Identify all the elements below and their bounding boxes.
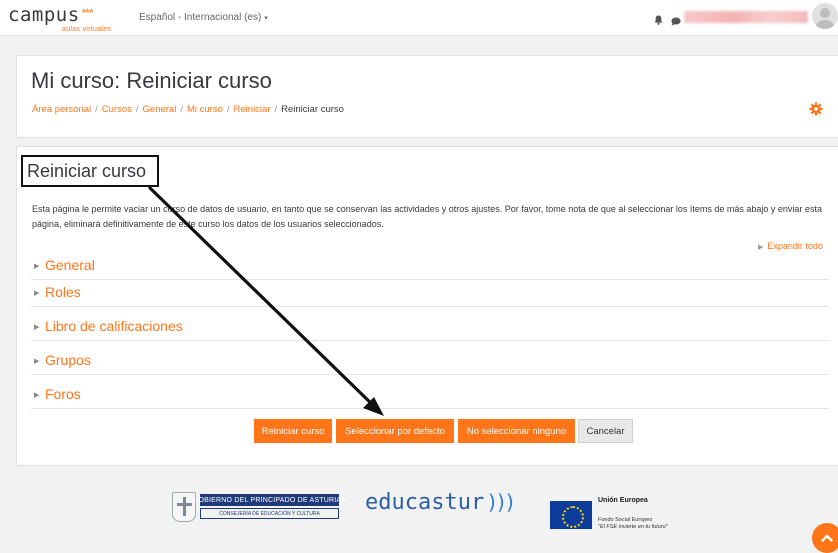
- educastur-waves-icon: ))): [486, 490, 516, 514]
- caret-right-icon: ▶: [34, 358, 40, 365]
- breadcrumb-separator: /: [135, 104, 139, 115]
- asturias-logo[interactable]: GOBIERNO DEL PRINCIPADO DE ASTURIAS CONS…: [172, 492, 346, 522]
- caret-right-icon: ▶: [758, 244, 764, 251]
- educastur-text: educastur: [365, 490, 485, 515]
- language-label: Español - Internacional (es): [139, 12, 262, 23]
- breadcrumb-current: Reiniciar curso: [281, 104, 344, 115]
- section-label: General: [45, 257, 95, 273]
- logo-subtitle: aulas virtuales: [62, 26, 112, 33]
- breadcrumb-separator: /: [274, 104, 278, 115]
- page-header: Mi curso: Reiniciar curso Área personal /…: [16, 55, 838, 138]
- eu-fund: Fondo Social Europeo: [598, 517, 653, 523]
- section-label: Foros: [45, 386, 81, 402]
- top-navbar: campus *** aulas virtuales Español - Inte…: [0, 0, 838, 36]
- section-label: Roles: [45, 284, 81, 300]
- reset-course-form: Reiniciar curso Esta página le permite v…: [16, 146, 838, 466]
- campus-logo[interactable]: campus *** aulas virtuales: [8, 4, 111, 33]
- eu-title: Unión Europea: [598, 497, 648, 504]
- section-label: Libro de calificaciones: [45, 318, 183, 334]
- asturias-title: GOBIERNO DEL PRINCIPADO DE ASTURIAS: [193, 494, 346, 506]
- section-groups[interactable]: ▶ Grupos: [31, 348, 829, 375]
- breadcrumb: Área personal / Cursos / General / Mi curso / Re…: [32, 104, 344, 115]
- logo-text: campus: [8, 4, 80, 26]
- bell-icon[interactable]: [654, 12, 663, 30]
- breadcrumb-area-personal[interactable]: Área personal: [32, 104, 91, 115]
- caret-right-icon: ▶: [34, 263, 40, 270]
- eu-flag-icon: [550, 501, 592, 529]
- breadcrumb-separator: /: [180, 104, 183, 115]
- expand-all-link[interactable]: ▶ Expandir todo: [758, 241, 823, 251]
- language-selector[interactable]: Español - Internacional (es) ▾: [139, 12, 268, 23]
- user-name-redacted[interactable]: [684, 11, 808, 23]
- reset-course-button[interactable]: Reiniciar curso: [254, 419, 332, 443]
- breadcrumb-separator: /: [226, 104, 230, 115]
- gear-icon[interactable]: [809, 102, 823, 121]
- asturias-department: CONSEJERÍA DE EDUCACIÓN Y CULTURA: [200, 508, 339, 519]
- expand-all-label: Expandir todo: [767, 241, 823, 251]
- select-default-button[interactable]: Seleccionar por defecto: [336, 419, 454, 443]
- logo-stars: ***: [81, 6, 94, 20]
- breadcrumb-reiniciar[interactable]: Reiniciar: [234, 104, 271, 115]
- select-none-button[interactable]: No seleccionar ninguno: [458, 419, 575, 443]
- educastur-logo[interactable]: educastur))): [365, 490, 516, 515]
- breadcrumb-cursos[interactable]: Cursos: [102, 104, 132, 115]
- section-label: Grupos: [45, 352, 91, 368]
- caret-right-icon: ▶: [34, 392, 40, 399]
- caret-right-icon: ▶: [34, 290, 40, 297]
- section-gradebook[interactable]: ▶ Libro de calificaciones: [31, 314, 829, 341]
- section-roles[interactable]: ▶ Roles: [31, 280, 829, 307]
- footer: GOBIERNO DEL PRINCIPADO DE ASTURIAS CONS…: [0, 470, 838, 553]
- eu-slogan: "El FSE invierte en tu futuro": [598, 524, 668, 530]
- caret-right-icon: ▶: [34, 324, 40, 331]
- description-text: Esta página le permite vaciar un curso d…: [32, 204, 822, 229]
- cancel-button[interactable]: Cancelar: [578, 419, 633, 443]
- breadcrumb-mi-curso[interactable]: Mi curso: [187, 104, 223, 115]
- chevron-down-icon: ▾: [264, 15, 268, 22]
- chat-icon[interactable]: [671, 13, 681, 31]
- back-to-top-button[interactable]: [812, 523, 838, 553]
- page-title: Mi curso: Reiniciar curso: [31, 68, 272, 93]
- section-forums[interactable]: ▶ Foros: [31, 382, 829, 409]
- avatar[interactable]: [812, 3, 838, 29]
- breadcrumb-separator: /: [95, 104, 98, 115]
- section-title: Reiniciar curso: [27, 161, 147, 181]
- breadcrumb-general[interactable]: General: [143, 104, 177, 115]
- chevron-up-icon: [821, 529, 833, 547]
- section-general[interactable]: ▶ General: [31, 253, 829, 280]
